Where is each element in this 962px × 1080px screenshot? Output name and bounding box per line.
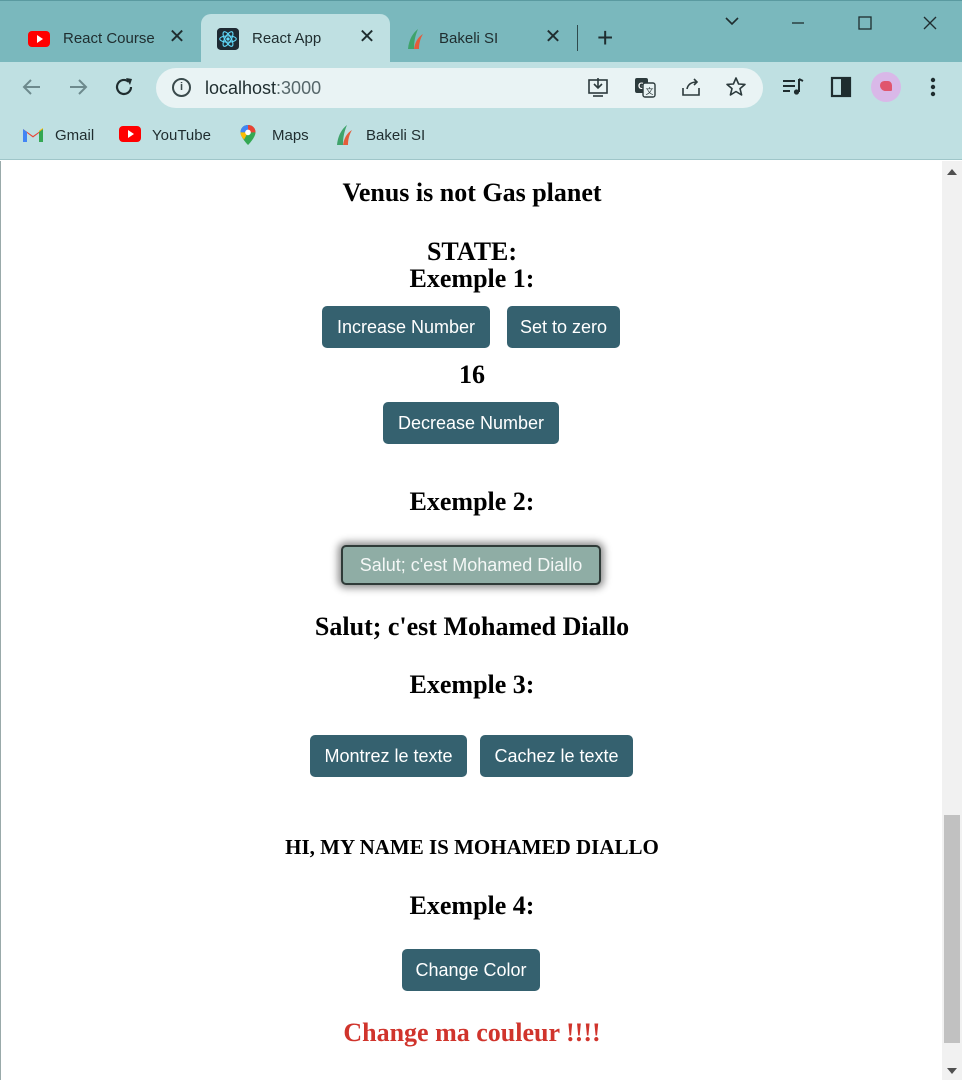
bookmark-maps[interactable]: Maps xyxy=(239,124,309,146)
tab-bakeli-si[interactable]: Bakeli SI ✕ xyxy=(390,14,576,63)
tab-title: React App xyxy=(252,30,322,47)
address-bar[interactable]: i localhost:3000 G文 xyxy=(156,68,763,108)
close-window-icon[interactable] xyxy=(922,15,938,36)
side-panel-icon[interactable] xyxy=(829,76,853,100)
planet-heading: Venus is not Gas planet xyxy=(342,178,602,207)
tab-search-icon[interactable] xyxy=(724,13,740,34)
example-4-heading: Exemple 4: xyxy=(409,891,535,920)
tab-strip: React Course ✕ React App ✕ Bakeli SI ✕ + xyxy=(0,0,962,63)
tab-title: Bakeli SI xyxy=(439,30,499,47)
scroll-down-arrow-icon[interactable] xyxy=(947,1068,957,1074)
change-color-button[interactable]: Change Color xyxy=(402,949,540,991)
back-arrow-icon[interactable] xyxy=(20,74,44,100)
url-text: localhost:3000 xyxy=(205,78,322,98)
greeting-output: Salut; c'est Mohamed Diallo xyxy=(314,612,630,641)
browser-toolbar: i localhost:3000 G文 xyxy=(0,62,962,114)
share-icon[interactable] xyxy=(679,76,703,100)
revealed-text: HI, MY NAME IS MOHAMED DIALLO xyxy=(285,835,659,859)
set-to-zero-button[interactable]: Set to zero xyxy=(507,306,620,348)
bookmark-youtube[interactable]: YouTube xyxy=(119,126,211,144)
close-tab-icon[interactable]: ✕ xyxy=(358,27,376,47)
forward-arrow-icon[interactable] xyxy=(66,74,90,100)
bookmarks-bar: Gmail YouTube Maps Bakeli SI xyxy=(0,114,962,160)
gmail-icon xyxy=(22,126,43,144)
media-control-icon[interactable] xyxy=(781,76,805,100)
bookmark-label: Bakeli SI xyxy=(366,126,426,144)
example-3-heading: Exemple 3: xyxy=(409,670,535,699)
decrease-number-button[interactable]: Decrease Number xyxy=(383,402,559,444)
install-app-icon[interactable] xyxy=(586,76,610,100)
hide-text-button[interactable]: Cachez le texte xyxy=(480,735,633,777)
bookmark-label: Maps xyxy=(272,126,309,144)
minimize-icon[interactable] xyxy=(790,15,806,36)
close-tab-icon[interactable]: ✕ xyxy=(544,27,562,47)
bookmark-bakeli-si[interactable]: Bakeli SI xyxy=(333,123,425,147)
counter-value: 16 xyxy=(459,360,485,389)
reload-icon[interactable] xyxy=(112,74,136,100)
tab-title: React Course xyxy=(63,30,155,47)
vertical-scrollbar[interactable] xyxy=(942,161,962,1080)
tab-react-course[interactable]: React Course ✕ xyxy=(0,14,200,63)
scroll-up-arrow-icon[interactable] xyxy=(947,169,957,175)
menu-kebab-icon[interactable] xyxy=(921,76,945,100)
bakeli-icon xyxy=(333,123,353,147)
page-viewport: Venus is not Gas planet STATE: Exemple 1… xyxy=(0,161,942,1080)
colored-text: Change ma couleur !!!! xyxy=(343,1018,601,1047)
increase-number-button[interactable]: Increase Number xyxy=(322,306,490,348)
bakeli-icon xyxy=(404,28,426,50)
youtube-icon xyxy=(28,28,50,50)
translate-icon[interactable]: G文 xyxy=(633,76,657,100)
bookmark-star-icon[interactable] xyxy=(724,76,748,100)
svg-text:文: 文 xyxy=(646,86,654,96)
youtube-icon xyxy=(119,126,141,144)
tab-separator xyxy=(577,25,578,51)
scrollbar-thumb[interactable] xyxy=(944,815,960,1043)
greeting-button[interactable]: Salut; c'est Mohamed Diallo xyxy=(341,545,601,585)
close-tab-icon[interactable]: ✕ xyxy=(168,27,186,47)
maximize-icon[interactable] xyxy=(857,15,873,36)
example-1-heading: Exemple 1: xyxy=(409,264,535,293)
bookmark-label: Gmail xyxy=(55,126,95,144)
bookmark-gmail[interactable]: Gmail xyxy=(22,126,94,144)
show-text-button[interactable]: Montrez le texte xyxy=(310,735,467,777)
react-icon xyxy=(217,27,239,50)
bookmark-label: YouTube xyxy=(152,126,211,144)
maps-icon xyxy=(239,124,259,146)
state-heading: STATE: xyxy=(426,237,518,266)
site-info-icon[interactable]: i xyxy=(172,78,191,97)
new-tab-button[interactable]: + xyxy=(597,24,613,52)
tab-react-app[interactable]: React App ✕ xyxy=(201,14,390,63)
profile-avatar[interactable] xyxy=(871,72,901,102)
example-2-heading: Exemple 2: xyxy=(409,487,535,516)
